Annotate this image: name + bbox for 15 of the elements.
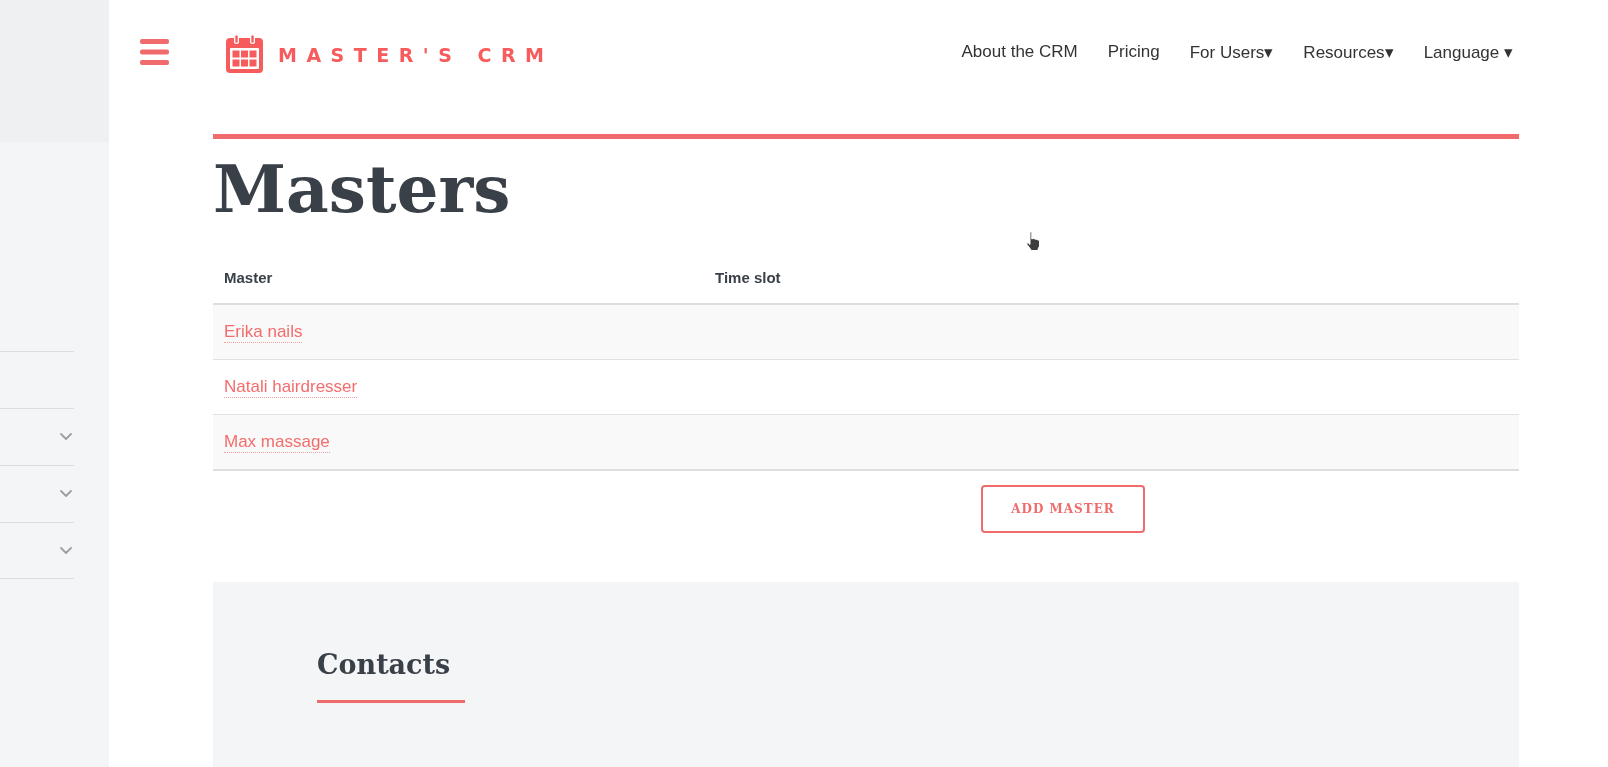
nav-link[interactable]: Language ▾: [1423, 41, 1513, 63]
nav-link[interactable]: Resources▾: [1303, 41, 1394, 63]
nav-link[interactable]: About the CRM: [961, 41, 1078, 63]
section-title: Contacts: [317, 648, 451, 682]
page-title: Masters: [213, 149, 511, 230]
chevron-down-icon[interactable]: [60, 433, 72, 441]
calendar-icon: [226, 33, 263, 73]
nav-link[interactable]: Pricing: [1107, 41, 1160, 63]
nav-link[interactable]: For Users▾: [1189, 41, 1274, 63]
column-header: Time slot: [715, 268, 781, 286]
hand-cursor-icon: [1025, 231, 1043, 252]
column-header: Master: [224, 268, 273, 286]
chevron-down-icon[interactable]: [60, 546, 72, 555]
menu-icon[interactable]: [140, 39, 169, 65]
chevron-down-icon[interactable]: [60, 490, 72, 498]
